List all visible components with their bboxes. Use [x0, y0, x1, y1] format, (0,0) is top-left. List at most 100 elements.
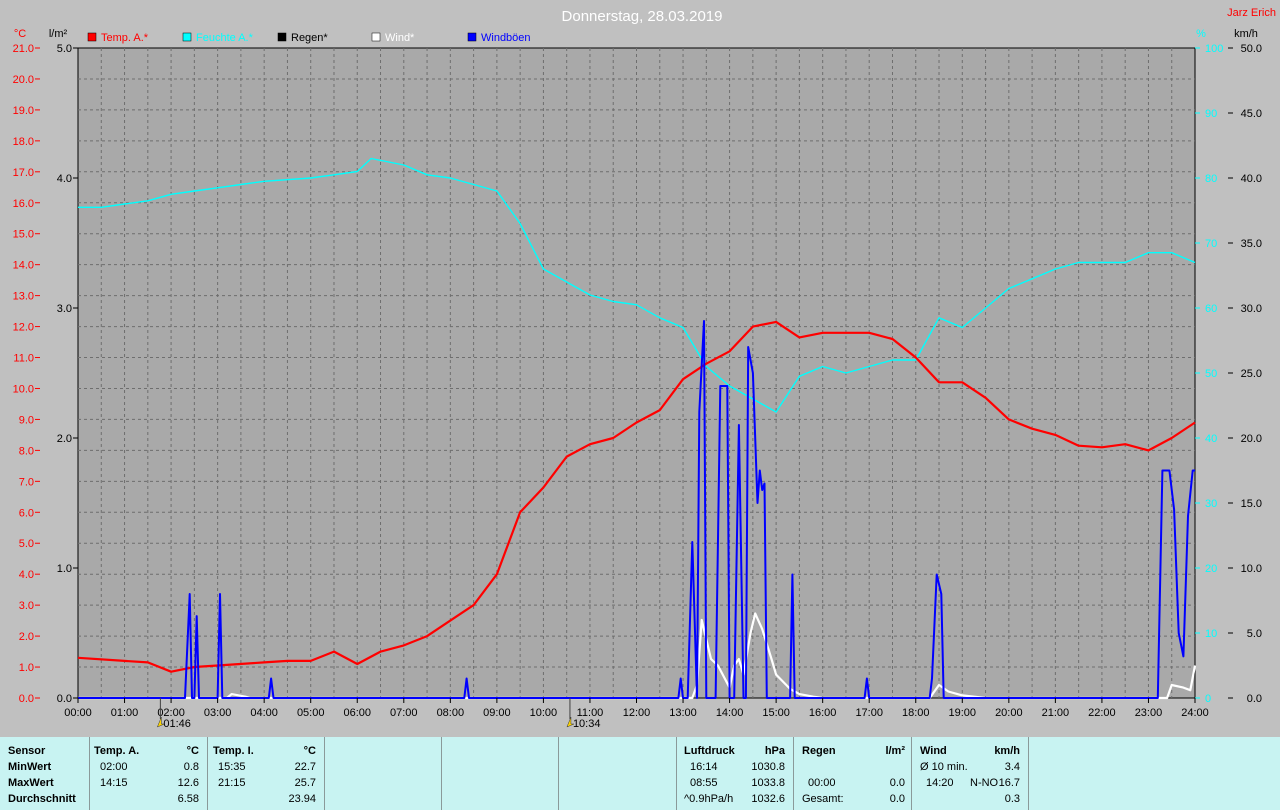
- x-tick-label: 15:00: [762, 707, 790, 719]
- stats-col-regen: Regen l/m² 00:00 0.0 Gesamt: 0.0: [794, 737, 912, 810]
- wind-tick-label: 20.0: [1241, 433, 1262, 445]
- x-tick-label: 07:00: [390, 707, 418, 719]
- rain-tick-label: 0.0: [57, 693, 72, 705]
- temp-tick-label: 0.0: [19, 693, 34, 705]
- x-tick-label: 08:00: [437, 707, 465, 719]
- rain-unit-label: l/m²: [49, 28, 68, 40]
- wind-unit: km/h: [994, 745, 1020, 757]
- wind-avg: 0.3: [1004, 793, 1020, 805]
- legend-label: Temp. A.*: [101, 32, 149, 44]
- stats-col-empty-1: [325, 737, 442, 810]
- wind-max-dir: N-NO: [970, 777, 999, 789]
- stats-col-empty-2: [442, 737, 559, 810]
- x-tick-label: 21:00: [1042, 707, 1070, 719]
- x-tick-label: 22:00: [1088, 707, 1116, 719]
- temp-a-min-time: 02:00: [100, 761, 128, 773]
- legend-label: Wind*: [385, 32, 415, 44]
- temp-i-max-val: 25.7: [294, 777, 316, 789]
- temp-a-max-val: 12.6: [177, 777, 199, 789]
- row-label-avg: Durchschnitt: [8, 793, 76, 805]
- regen-total: 0.0: [889, 793, 905, 805]
- stats-col-wind: Wind km/h Ø 10 min. 3.4 14:20 N-NO 16.7 …: [912, 737, 1029, 810]
- humidity-tick-label: 20: [1205, 563, 1217, 575]
- author-label: Jarz Erich: [1227, 7, 1276, 19]
- temp-tick-label: 2.0: [19, 631, 34, 643]
- luftdruck-avg: 1032.6: [751, 793, 785, 805]
- temp-unit-label: °C: [14, 28, 26, 40]
- wind-tick-label: 45.0: [1241, 108, 1262, 120]
- temp-tick-label: 12.0: [13, 322, 34, 334]
- weather-chart: 0.0 1.0 2.0 3.0 4.0 5.0 6.0 7.0 8.0 9.0 10.0 11.0 12…: [13, 7, 1276, 730]
- temp-tick-label: 21.0: [13, 43, 34, 55]
- regen-unit: l/m²: [885, 745, 905, 757]
- stats-col-sensor: Sensor MinWert MaxWert Durchschnitt: [0, 737, 90, 810]
- stats-col-empty-3: [559, 737, 677, 810]
- sensor-header: Sensor: [8, 745, 46, 757]
- x-tick-label: 00:00: [64, 707, 92, 719]
- humidity-tick-label: 10: [1205, 628, 1217, 640]
- x-tick-label: 06:00: [343, 707, 371, 719]
- temp-tick-label: 10.0: [13, 383, 34, 395]
- wind-unit-label: km/h: [1234, 28, 1258, 40]
- rain-tick-label: 4.0: [57, 173, 72, 185]
- stats-col-luftdruck: Luftdruck hPa 16:14 1030.8 08:55 1033.8 …: [677, 737, 794, 810]
- x-tick-label: 10:00: [530, 707, 558, 719]
- humidity-tick-label: 40: [1205, 433, 1217, 445]
- temp-tick-label: 17.0: [13, 167, 34, 179]
- luftdruck-max-time: 08:55: [690, 777, 718, 789]
- luftdruck-min-time: 16:14: [690, 761, 718, 773]
- x-tick-label: 09:00: [483, 707, 511, 719]
- temp-a-min-val: 0.8: [183, 761, 199, 773]
- stats-col-temp-i: Temp. I. °C 15:35 22.7 21:15 25.7 23.94: [208, 737, 325, 810]
- regen-header: Regen: [802, 745, 836, 757]
- wind-avg10-val: 3.4: [1004, 761, 1020, 773]
- chart-title: Donnerstag, 28.03.2019: [562, 8, 723, 25]
- legend-label: Regen*: [291, 32, 328, 44]
- luftdruck-unit: hPa: [764, 745, 785, 757]
- temp-i-max-time: 21:15: [218, 777, 246, 789]
- marker-label: 01:46: [163, 718, 191, 730]
- temp-tick-label: 16.0: [13, 198, 34, 210]
- rain-tick-label: 5.0: [57, 43, 72, 55]
- temp-tick-label: 13.0: [13, 291, 34, 303]
- luftdruck-header: Luftdruck: [684, 745, 735, 757]
- temp-a-max-time: 14:15: [100, 777, 128, 789]
- regen-max-val: 0.0: [889, 777, 905, 789]
- humidity-tick-label: 70: [1205, 238, 1217, 250]
- x-tick-label: 14:00: [716, 707, 744, 719]
- legend-swatch: [467, 32, 477, 42]
- temp-tick-label: 9.0: [19, 414, 34, 426]
- luftdruck-trend: ^0.9hPa/h: [684, 793, 734, 805]
- temp-i-min-val: 22.7: [294, 761, 316, 773]
- regen-max-time: 00:00: [808, 777, 836, 789]
- x-tick-label: 05:00: [297, 707, 325, 719]
- legend-swatch: [371, 32, 381, 42]
- rain-tick-label: 3.0: [57, 303, 72, 315]
- stats-col-temp-a: Temp. A. °C 02:00 0.8 14:15 12.6 6.58: [90, 737, 208, 810]
- wind-tick-label: 30.0: [1241, 303, 1262, 315]
- wind-tick-label: 50.0: [1241, 43, 1262, 55]
- humidity-tick-label: 0: [1205, 693, 1211, 705]
- wind-max-val: 16.7: [998, 777, 1020, 789]
- humidity-tick-label: 90: [1205, 108, 1217, 120]
- regen-total-label: Gesamt:: [802, 793, 844, 805]
- legend: Temp. A.* Feuchte A.* Regen* Wind* Windböen: [87, 32, 531, 44]
- x-tick-label: 18:00: [902, 707, 930, 719]
- temp-tick-label: 14.0: [13, 260, 34, 272]
- temp-tick-label: 1.0: [19, 662, 34, 674]
- rain-tick-label: 2.0: [57, 433, 72, 445]
- wind-header: Wind: [920, 745, 947, 757]
- wind-tick-label: 25.0: [1241, 368, 1262, 380]
- humidity-tick-label: 80: [1205, 173, 1217, 185]
- temp-a-avg: 6.58: [177, 793, 199, 805]
- x-tick-label: 23:00: [1135, 707, 1163, 719]
- legend-label: Windböen: [481, 32, 531, 44]
- stats-panel: Sensor MinWert MaxWert Durchschnitt Temp…: [0, 737, 1280, 810]
- temp-a-unit: °C: [186, 745, 199, 757]
- marker-label: 10:34: [573, 718, 601, 730]
- wind-tick-label: 0.0: [1247, 693, 1262, 705]
- temp-i-unit: °C: [303, 745, 316, 757]
- temp-i-min-time: 15:35: [218, 761, 246, 773]
- temp-tick-label: 20.0: [13, 74, 34, 86]
- temp-a-header: Temp. A.: [94, 745, 140, 757]
